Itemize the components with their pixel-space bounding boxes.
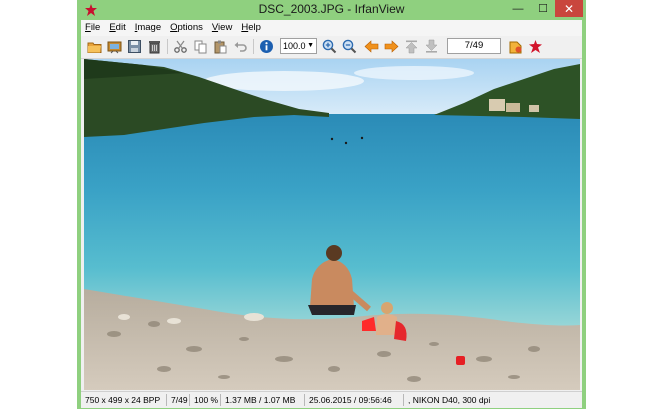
menu-view-label: iew <box>218 22 233 33</box>
zoom-in-icon <box>322 39 337 54</box>
previous-image-button[interactable] <box>363 38 380 55</box>
save-icon <box>128 40 141 53</box>
copy-button[interactable] <box>192 38 209 55</box>
beach-photo <box>84 59 580 390</box>
client-area: File Edit Image Options View Help 100.0 … <box>81 20 582 408</box>
menu-file[interactable]: File <box>81 20 105 36</box>
delete-icon <box>149 41 160 54</box>
maximize-button[interactable]: ☐ <box>532 0 554 17</box>
open-button[interactable] <box>86 38 103 55</box>
maximize-icon: ☐ <box>538 3 548 15</box>
last-image-button[interactable] <box>423 38 440 55</box>
menu-options-label: ptions <box>177 22 203 33</box>
next-arrow-icon <box>384 40 399 53</box>
menu-bar: File Edit Image Options View Help <box>81 20 582 36</box>
menu-edit-label: dit <box>115 22 126 33</box>
status-index: 7/49 <box>167 394 190 406</box>
menu-view[interactable]: View <box>208 20 237 36</box>
info-icon <box>260 40 273 53</box>
close-button[interactable]: ✕ <box>555 0 583 17</box>
info-button[interactable] <box>258 38 275 55</box>
chevron-down-icon: ▼ <box>307 42 314 49</box>
menu-options[interactable]: Options <box>166 20 208 36</box>
slideshow-icon <box>107 41 122 54</box>
thumbnails-button[interactable] <box>507 38 524 55</box>
status-camera: , NIKON D40, 300 dpi <box>408 395 491 405</box>
zoom-value: 100.0 <box>283 41 306 51</box>
previous-arrow-icon <box>364 40 379 53</box>
delete-button[interactable] <box>146 38 163 55</box>
copy-icon <box>194 40 207 54</box>
save-button[interactable] <box>126 38 143 55</box>
menu-options-accel: O <box>170 22 178 33</box>
zoom-out-icon <box>342 39 357 54</box>
page-counter-field[interactable]: 7/49 <box>447 38 501 54</box>
zoom-in-button[interactable] <box>321 38 338 55</box>
minimize-button[interactable]: — <box>507 0 529 17</box>
menu-edit[interactable]: Edit <box>105 20 130 36</box>
first-image-button[interactable] <box>403 38 420 55</box>
undo-button[interactable] <box>232 38 249 55</box>
menu-help-label: elp <box>248 22 261 33</box>
cut-button[interactable] <box>172 38 189 55</box>
zoom-out-button[interactable] <box>341 38 358 55</box>
next-image-button[interactable] <box>383 38 400 55</box>
close-icon: ✕ <box>563 1 575 16</box>
image-canvas[interactable] <box>84 59 580 390</box>
first-image-icon <box>405 40 418 54</box>
slideshow-button[interactable] <box>106 38 123 55</box>
menu-help[interactable]: Help <box>237 20 266 36</box>
zoom-select[interactable]: 100.0 ▼ <box>280 38 317 54</box>
about-button[interactable] <box>527 38 544 55</box>
toolbar: 100.0 ▼ 7/49 <box>81 36 582 59</box>
paste-button[interactable] <box>212 38 229 55</box>
irfanview-window: DSC_2003.JPG - IrfanView — ☐ ✕ File Edit… <box>77 0 586 409</box>
status-bar: 750 x 499 x 24 BPP 7/49 100 % 1.37 MB / … <box>81 391 582 408</box>
status-datetime: 25.06.2015 / 09:56:46 <box>305 394 404 406</box>
red-bucket <box>456 356 465 365</box>
paste-icon <box>214 40 227 54</box>
menu-image-label: mage <box>137 22 162 33</box>
cut-icon <box>174 40 187 53</box>
status-dimensions: 750 x 499 x 24 BPP <box>81 394 167 406</box>
open-folder-icon <box>87 42 102 53</box>
page-counter: 7/49 <box>464 40 484 51</box>
title-bar[interactable]: DSC_2003.JPG - IrfanView — ☐ ✕ <box>77 0 586 20</box>
thumbnails-icon <box>509 41 522 54</box>
status-zoom: 100 % <box>190 394 221 406</box>
toolbar-separator <box>167 39 168 54</box>
toolbar-separator <box>253 39 254 54</box>
last-image-icon <box>425 39 438 53</box>
minimize-icon: — <box>512 2 524 15</box>
status-filesize: 1.37 MB / 1.07 MB <box>221 394 305 406</box>
irfanview-logo-icon <box>529 40 542 53</box>
menu-file-label: ile <box>90 22 101 33</box>
undo-icon <box>234 42 247 52</box>
menu-image[interactable]: Image <box>131 20 166 36</box>
